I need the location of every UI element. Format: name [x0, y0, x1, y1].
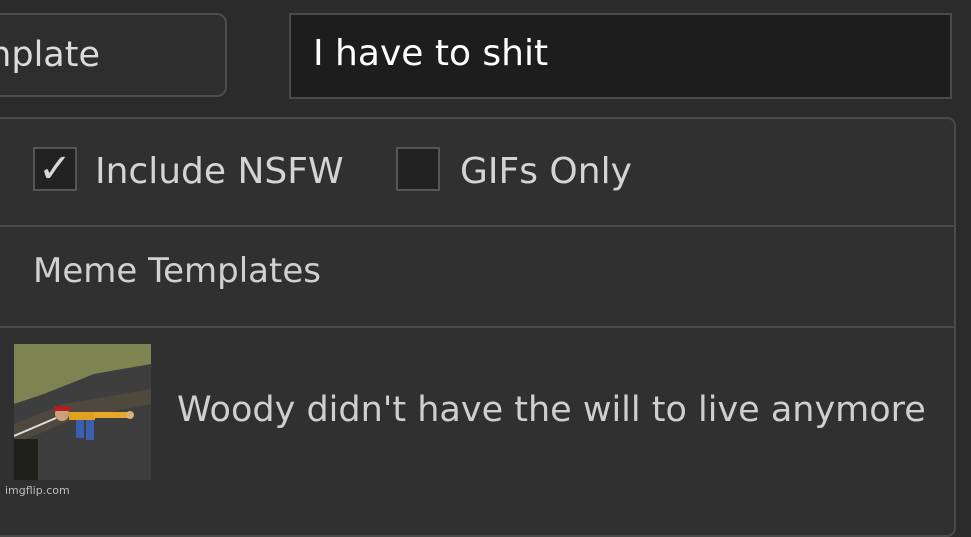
woody-figure-image: [14, 344, 151, 480]
section-title: Meme Templates: [33, 251, 321, 291]
include-nsfw-checkbox[interactable]: ✓: [33, 147, 77, 191]
template-button[interactable]: nplate: [0, 13, 227, 97]
search-input[interactable]: [289, 13, 952, 99]
checkmark-icon: ✓: [38, 146, 72, 192]
result-thumbnail: [14, 344, 151, 480]
gifs-only-label[interactable]: GIFs Only: [460, 147, 632, 197]
include-nsfw-label[interactable]: Include NSFW: [95, 147, 344, 197]
gifs-only-checkbox[interactable]: [396, 147, 440, 191]
section-header: Meme Templates: [0, 227, 954, 328]
result-item[interactable]: Woody didn't have the will to live anymo…: [0, 328, 954, 498]
filters-row: ✓ Include NSFW GIFs Only: [0, 119, 954, 227]
result-title: Woody didn't have the will to live anymo…: [177, 390, 926, 430]
template-button-label: nplate: [0, 35, 100, 75]
search-dropdown-panel: ✓ Include NSFW GIFs Only Meme Templates: [0, 117, 956, 537]
imgflip-watermark: imgflip.com: [5, 484, 70, 497]
